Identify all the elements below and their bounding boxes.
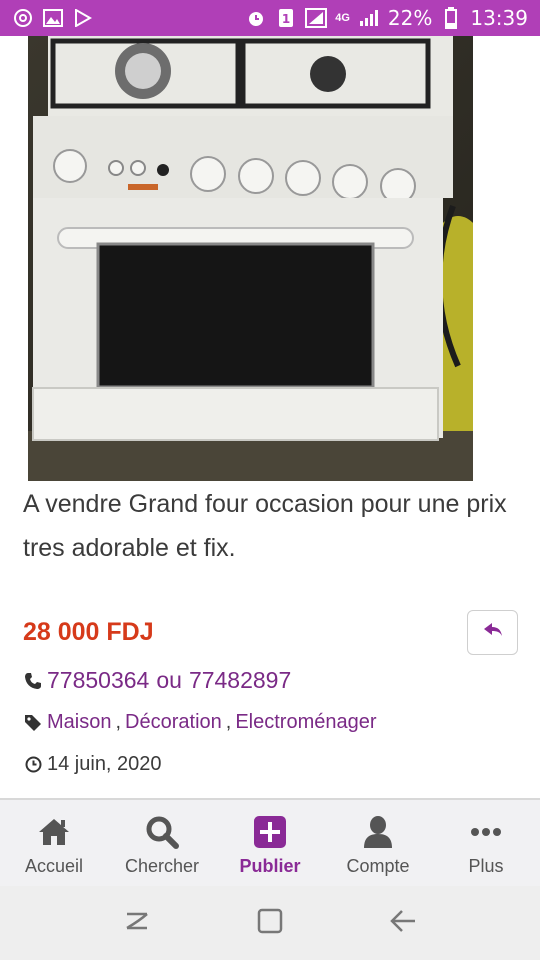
more-icon [470, 814, 502, 850]
battery-percent: 22% [387, 6, 433, 30]
nav-label: Chercher [124, 856, 200, 876]
date-row: 14 juin, 2020 [23, 753, 162, 776]
category-link-decoration[interactable]: Décoration [125, 711, 222, 734]
status-bar: 1 4G 22% 13:39 [0, 0, 540, 36]
share-button[interactable] [467, 610, 518, 655]
nav-accueil[interactable]: Accueil [0, 800, 108, 886]
user-icon [363, 814, 393, 850]
search-icon [145, 814, 179, 850]
nav-chercher[interactable]: Chercher [108, 800, 216, 886]
nav-label: Publier [239, 856, 301, 876]
clock: 13:39 [470, 6, 528, 30]
home-button-icon[interactable] [256, 907, 284, 940]
listing-photo[interactable] [28, 36, 473, 481]
nav-publier[interactable]: Publier [216, 800, 324, 886]
oven-illustration [28, 36, 473, 481]
signal-box-icon [305, 7, 328, 29]
phone-row: 77850364 ou 77482897 [23, 667, 291, 694]
svg-text:1: 1 [282, 12, 290, 26]
phone-number-2[interactable]: 77482897 [189, 667, 291, 694]
category-link-maison[interactable]: Maison [47, 711, 111, 734]
nav-label: Accueil [24, 856, 84, 876]
phone-separator: ou [156, 667, 182, 693]
play-store-icon [72, 7, 94, 29]
tag-icon [23, 713, 43, 733]
system-nav-bar [0, 886, 540, 960]
reply-arrow-icon [482, 621, 504, 644]
signal-bars-icon [358, 7, 380, 29]
recents-icon[interactable] [123, 908, 151, 939]
nav-label: Compte [346, 856, 410, 876]
listing-description: A vendre Grand four occasion pour une pr… [23, 490, 507, 562]
category-link-electromenager[interactable]: Electroménager [235, 711, 376, 734]
gallery-icon [42, 7, 64, 29]
nav-plus[interactable]: Plus [432, 800, 540, 886]
plus-square-icon [253, 814, 287, 850]
sim-icon: 1 [275, 7, 297, 29]
nav-label: Plus [468, 856, 504, 876]
phone-number-1[interactable]: 77850364 [47, 667, 149, 694]
home-icon [37, 814, 71, 850]
category-row: Maison, Décoration, Electroménager [23, 711, 377, 734]
sync-icon [12, 7, 34, 29]
phone-icon [23, 671, 43, 691]
battery-icon [440, 7, 462, 29]
listing-price: 28 000 FDJ [23, 618, 154, 646]
alarm-icon [245, 7, 267, 29]
nav-compte[interactable]: Compte [324, 800, 432, 886]
network-type: 4G [335, 11, 350, 24]
clock-icon [23, 755, 43, 775]
listing-date: 14 juin, 2020 [47, 753, 162, 775]
bottom-nav: Accueil Chercher Publier Compte Plus [0, 800, 540, 886]
back-icon[interactable] [389, 909, 417, 938]
